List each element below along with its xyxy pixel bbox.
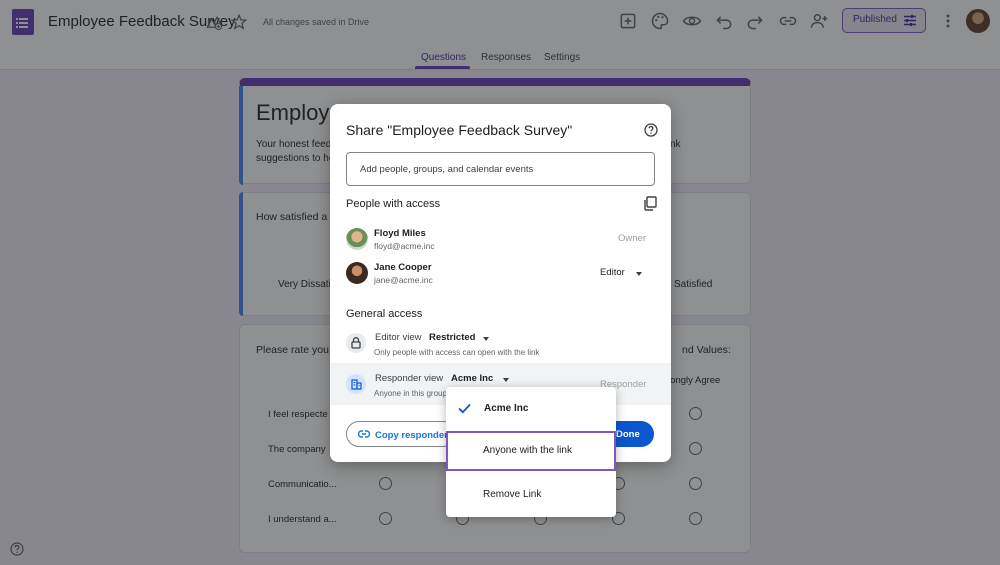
general-access-heading: General access (346, 308, 423, 320)
person-email: jane@acme.inc (374, 275, 433, 285)
menu-item-label: Acme Inc (484, 403, 529, 414)
link-icon (358, 430, 370, 438)
responder-view-value: Acme Inc (451, 373, 494, 384)
menu-item-remove-link[interactable]: Remove Link (446, 475, 616, 515)
person-avatar (346, 228, 368, 250)
person-name: Jane Cooper (374, 262, 432, 273)
domain-building-icon (346, 374, 366, 394)
person-email: floyd@acme.inc (374, 241, 435, 251)
lock-icon (346, 333, 366, 353)
copy-responder-link-label: Copy responder link (375, 430, 455, 441)
person-name: Floyd Miles (374, 228, 426, 239)
copy-emails-icon[interactable] (643, 196, 657, 211)
menu-item-acme-inc[interactable]: Acme Inc (446, 389, 616, 429)
responder-view-label: Responder view (375, 373, 444, 384)
people-with-access-heading: People with access (346, 198, 441, 210)
chevron-down-icon (483, 337, 489, 341)
person-avatar (346, 262, 368, 284)
editor-view-description: Only people with access can open with th… (374, 348, 540, 357)
chevron-down-icon (503, 378, 509, 382)
responder-access-menu: Acme Inc Anyone with the link Remove Lin… (446, 387, 616, 517)
person-role-owner: Owner (618, 233, 646, 244)
editor-view-dropdown[interactable]: Restricted (426, 329, 492, 345)
help-icon[interactable] (10, 542, 24, 556)
checkmark-icon (458, 403, 471, 414)
responder-view-description: Anyone in this group (374, 389, 447, 398)
editor-view-value: Restricted (429, 332, 476, 343)
role-dropdown[interactable]: Editor (596, 264, 646, 280)
copy-responder-link-button[interactable]: Copy responder link (346, 421, 456, 447)
menu-item-label: Anyone with the link (483, 445, 572, 456)
menu-item-anyone-with-link[interactable]: Anyone with the link (446, 431, 616, 471)
responder-view-dropdown[interactable]: Acme Inc (447, 370, 513, 386)
editor-view-label: Editor view (375, 332, 422, 343)
role-dropdown-value: Editor (600, 267, 625, 278)
share-dialog-title: Share "Employee Feedback Survey" (346, 122, 573, 138)
add-people-placeholder: Add people, groups, and calendar events (360, 164, 534, 175)
help-icon[interactable] (644, 123, 658, 137)
menu-item-label: Remove Link (483, 489, 542, 500)
add-people-input[interactable]: Add people, groups, and calendar events (346, 152, 655, 186)
chevron-down-icon (636, 272, 642, 276)
